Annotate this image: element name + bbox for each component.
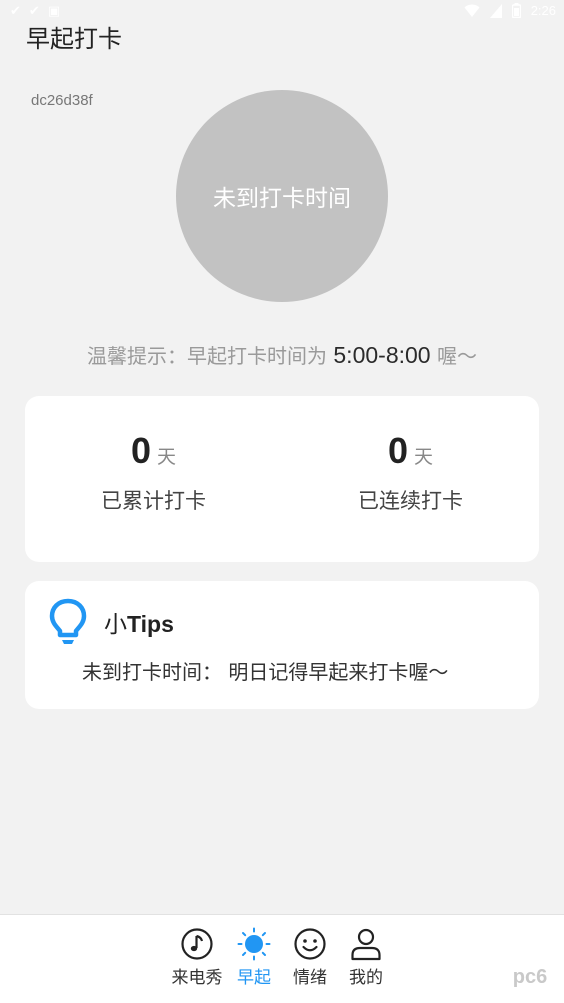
total-checkin-unit: 天 bbox=[157, 446, 177, 468]
download-notification-icon: ▣ bbox=[47, 4, 61, 19]
nav-label-mood: 情绪 bbox=[293, 968, 327, 988]
nav-item-early-rise[interactable]: 早起 bbox=[224, 927, 284, 988]
page-title: 早起打卡 bbox=[26, 25, 122, 53]
sun-icon bbox=[237, 927, 271, 961]
streak-checkin-unit: 天 bbox=[414, 446, 434, 468]
battery-icon bbox=[511, 3, 521, 18]
stats-card: 0天 已累计打卡 0天 已连续打卡 bbox=[25, 396, 539, 562]
status-indicators: 2:26 bbox=[464, 3, 556, 18]
nav-label-profile: 我的 bbox=[349, 968, 383, 988]
signal-icon bbox=[489, 3, 502, 18]
device-id: dc26d38f bbox=[31, 92, 93, 109]
tips-card: 小Tips 未到打卡时间： 明日记得早起来打卡喔～ bbox=[25, 581, 539, 709]
smiley-icon bbox=[294, 928, 326, 960]
reminder-time-range: 5:00-8:00 bbox=[333, 342, 431, 368]
total-checkin-stat: 0天 已累计打卡 bbox=[25, 396, 282, 562]
streak-checkin-stat: 0天 已连续打卡 bbox=[282, 396, 539, 562]
check-notification-icon: ✔ bbox=[28, 4, 40, 19]
check-notification-icon: ✔ bbox=[10, 4, 21, 19]
watermark-text: pc6 bbox=[513, 966, 547, 988]
bottom-nav: 来电秀 早起 情绪 我的 bbox=[0, 914, 564, 1003]
nav-item-ringtone-show[interactable]: 来电秀 bbox=[167, 927, 227, 988]
streak-checkin-label: 已连续打卡 bbox=[358, 489, 463, 513]
nav-label-early-rise: 早起 bbox=[237, 968, 271, 988]
person-icon bbox=[351, 928, 381, 961]
streak-checkin-value-row: 0天 bbox=[282, 430, 539, 472]
wifi-icon bbox=[464, 4, 480, 17]
tips-body: 未到打卡时间： 明日记得早起来打卡喔～ bbox=[82, 660, 449, 684]
total-checkin-count: 0 bbox=[130, 430, 151, 471]
tips-title: 小Tips bbox=[104, 605, 174, 639]
checkin-button-label: 未到打卡时间 bbox=[213, 186, 351, 212]
tips-title-latin: Tips bbox=[127, 611, 174, 637]
checkin-reminder: 温馨提示：早起打卡时间为 5:00-8:00 喔～ bbox=[0, 340, 564, 369]
lightbulb-icon bbox=[49, 598, 87, 644]
total-checkin-value-row: 0天 bbox=[25, 430, 282, 472]
status-notifications: ✔ ✔ ▣ bbox=[10, 4, 60, 20]
status-time: 2:26 bbox=[530, 3, 556, 18]
total-checkin-label: 已累计打卡 bbox=[101, 489, 206, 513]
checkin-button[interactable]: 未到打卡时间 bbox=[176, 90, 388, 302]
status-bar: ✔ ✔ ▣ 2:26 bbox=[0, 0, 564, 24]
tips-title-prefix: 小 bbox=[104, 612, 127, 638]
music-note-icon bbox=[181, 928, 213, 960]
reminder-suffix: 喔～ bbox=[430, 344, 477, 368]
reminder-prefix: 温馨提示：早起打卡时间为 bbox=[87, 344, 334, 368]
nav-item-profile[interactable]: 我的 bbox=[336, 927, 396, 988]
nav-item-mood[interactable]: 情绪 bbox=[280, 927, 340, 988]
nav-label-ringtone-show: 来电秀 bbox=[171, 968, 223, 988]
pc6-watermark-logo: pc6 bbox=[513, 961, 547, 991]
streak-checkin-count: 0 bbox=[387, 430, 408, 471]
